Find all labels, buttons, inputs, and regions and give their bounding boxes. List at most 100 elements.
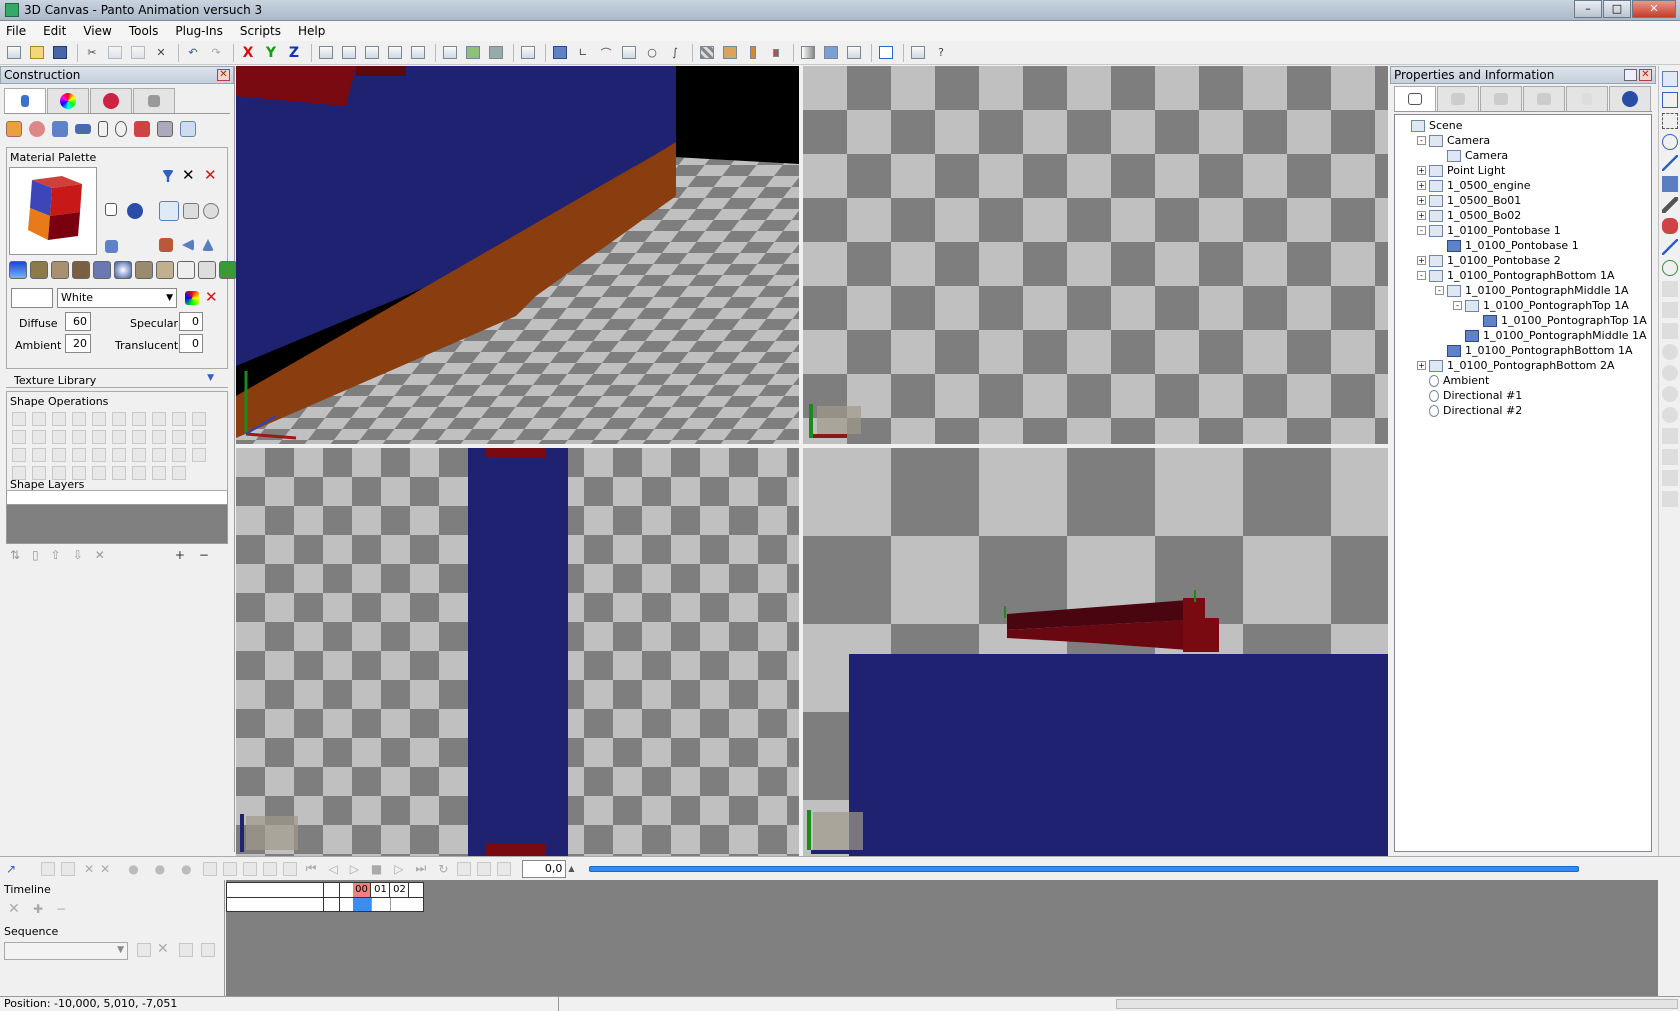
path-icon[interactable]: ⌒: [596, 43, 616, 63]
tree-node[interactable]: 1_0100_PontographBottom 1A: [1435, 343, 1633, 358]
viewport-perspective[interactable]: [236, 66, 799, 444]
new-sequence-icon[interactable]: [137, 943, 151, 957]
float-panel-icon[interactable]: [1624, 69, 1637, 81]
help-material-icon[interactable]: [127, 203, 143, 219]
menu-tools[interactable]: Tools: [129, 24, 159, 38]
menu-plugins[interactable]: Plug-Ins: [175, 24, 223, 38]
brush-icon[interactable]: [1662, 197, 1678, 213]
op-icon[interactable]: [172, 466, 186, 480]
tree-node[interactable]: - 1_0100_PontographMiddle 1A: [1435, 283, 1629, 298]
delete-track-icon[interactable]: ✕: [8, 901, 20, 917]
trash-icon[interactable]: ▯: [32, 548, 39, 562]
pointer-icon[interactable]: [1662, 71, 1678, 87]
move-layer-icon[interactable]: ⇅: [10, 548, 20, 562]
op-icon[interactable]: [32, 430, 46, 444]
tree-node[interactable]: Ambient: [1417, 373, 1489, 388]
zoom-extents-icon[interactable]: [316, 43, 336, 63]
copy-icon[interactable]: [105, 43, 125, 63]
cut-icon[interactable]: ✂: [82, 43, 102, 63]
current-frame-cell[interactable]: [353, 898, 371, 911]
expand-icon[interactable]: +: [1417, 256, 1426, 265]
remove-layer-icon[interactable]: ✕: [95, 548, 105, 562]
stop-icon[interactable]: ■: [371, 862, 382, 876]
op-icon[interactable]: [152, 412, 166, 426]
tab-material[interactable]: [1523, 86, 1565, 111]
z-axis-icon[interactable]: Z: [284, 43, 304, 63]
op-icon[interactable]: [152, 466, 166, 480]
swatch-green[interactable]: [219, 261, 237, 279]
render-tool-icon[interactable]: [134, 121, 150, 137]
extrude-tool-icon[interactable]: [75, 124, 91, 134]
op-icon[interactable]: [32, 448, 46, 462]
zoom-fit-icon[interactable]: [408, 43, 428, 63]
flip-left-icon[interactable]: [182, 239, 194, 251]
cylinder-map-icon[interactable]: [183, 203, 199, 219]
last-frame-icon[interactable]: ⏭: [416, 861, 427, 876]
anchor-icon[interactable]: [1662, 260, 1678, 276]
disabled-tool-icon[interactable]: [1662, 302, 1678, 318]
viewport-front[interactable]: [236, 448, 799, 856]
checker-icon[interactable]: [697, 43, 717, 63]
open-folder-icon[interactable]: [27, 43, 47, 63]
sphere-map-icon[interactable]: [203, 203, 219, 219]
record-icon[interactable]: [282, 861, 297, 876]
expand-icon[interactable]: +: [1417, 166, 1426, 175]
link-icon[interactable]: [202, 861, 217, 876]
tab-selection[interactable]: [1566, 86, 1608, 111]
next-frame-icon[interactable]: ▷: [394, 862, 403, 876]
rotate-icon[interactable]: [1662, 134, 1678, 150]
menu-file[interactable]: File: [6, 24, 26, 38]
magic-wand-icon[interactable]: [1662, 155, 1678, 171]
expand-icon[interactable]: +: [1417, 196, 1426, 205]
delete-key-icon[interactable]: ✕: [84, 862, 94, 876]
op-icon[interactable]: [72, 412, 86, 426]
swatch-grid-2[interactable]: [198, 261, 216, 279]
tab-construction[interactable]: [4, 88, 46, 113]
op-icon[interactable]: [172, 430, 186, 444]
window-tool-icon[interactable]: [180, 121, 196, 137]
delete-sequence-icon[interactable]: ✕: [157, 941, 169, 957]
record-icon[interactable]: [222, 861, 237, 876]
image-icon[interactable]: [821, 43, 841, 63]
pick-icon[interactable]: [1662, 239, 1678, 255]
op-icon[interactable]: [112, 412, 126, 426]
loop-icon[interactable]: ↻: [438, 862, 448, 876]
op-icon[interactable]: [92, 412, 106, 426]
op-icon[interactable]: [52, 412, 66, 426]
tree-node[interactable]: 1_0100_PontographTop 1A: [1471, 313, 1647, 328]
expand-icon[interactable]: +: [1417, 181, 1426, 190]
cube-tool-icon[interactable]: [52, 121, 68, 137]
tree-node[interactable]: +1_0100_Pontobase 2: [1417, 253, 1561, 268]
collapse-icon[interactable]: -: [1417, 271, 1426, 280]
dot-icon[interactable]: ●: [128, 862, 138, 876]
tree-node[interactable]: Directional #2: [1417, 403, 1522, 418]
menu-help[interactable]: Help: [298, 24, 325, 38]
op-icon[interactable]: [52, 430, 66, 444]
tab-scene-tree[interactable]: [1394, 86, 1436, 111]
tree-node[interactable]: +1_0100_PontographBottom 2A: [1417, 358, 1615, 373]
texture-icon[interactable]: [463, 43, 483, 63]
tree-node[interactable]: - 1_0100_PontographBottom 1A: [1417, 268, 1615, 283]
lathe-tool-icon[interactable]: [98, 121, 108, 137]
disabled-tool-icon[interactable]: [1662, 407, 1678, 423]
tab-tools[interactable]: [133, 88, 175, 113]
op-icon[interactable]: [92, 466, 106, 480]
swatch-grid[interactable]: [93, 261, 111, 279]
layers-icon[interactable]: [844, 43, 864, 63]
frame-header-0[interactable]: 00: [353, 883, 371, 897]
disabled-tool-icon[interactable]: [1662, 428, 1678, 444]
menu-view[interactable]: View: [83, 24, 111, 38]
camera-icon[interactable]: [619, 43, 639, 63]
disabled-tool-icon[interactable]: [1662, 449, 1678, 465]
arrow-down-icon[interactable]: ⇩: [73, 548, 83, 562]
ambient-input[interactable]: 20: [65, 334, 91, 353]
record-icon[interactable]: [242, 861, 257, 876]
prev-frame-icon[interactable]: ◁: [328, 862, 337, 876]
disabled-tool-icon[interactable]: [1662, 470, 1678, 486]
tab-materials[interactable]: [90, 88, 132, 113]
sequence-select[interactable]: ▼: [4, 942, 128, 960]
op-icon[interactable]: [132, 412, 146, 426]
light-tool-icon[interactable]: [115, 121, 127, 137]
flip-right-icon[interactable]: [202, 239, 214, 251]
swatch-pattern-4[interactable]: [135, 261, 153, 279]
